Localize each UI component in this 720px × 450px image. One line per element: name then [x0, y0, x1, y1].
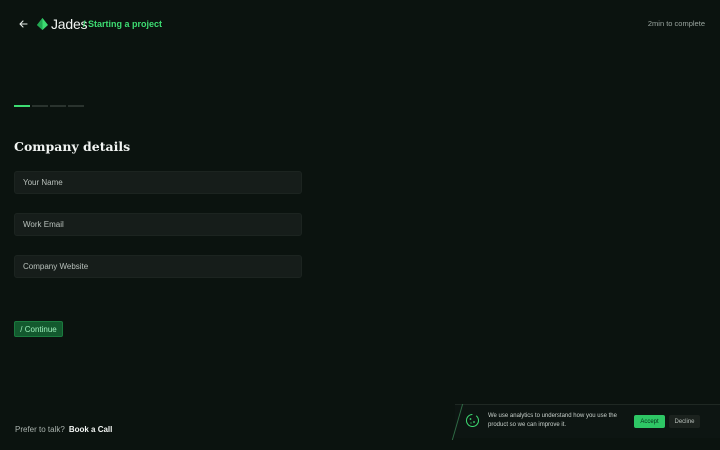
progress-step	[50, 105, 66, 107]
back-button[interactable]	[14, 15, 32, 33]
prefer-text: Prefer to talk?	[15, 425, 65, 434]
continue-button[interactable]: / Continue	[14, 321, 63, 337]
progress-indicator	[14, 105, 84, 107]
logo-text: Jades	[51, 16, 88, 32]
cookie-icon	[466, 414, 479, 427]
email-input[interactable]	[14, 213, 302, 236]
header: Jades / Starting a project 2min to compl…	[0, 0, 720, 48]
decline-button[interactable]: Decline	[669, 415, 700, 428]
talk-prompt: Prefer to talk? Book a Call	[15, 425, 112, 434]
banner-divider	[451, 404, 464, 440]
page-title: Company details	[14, 139, 131, 154]
website-input[interactable]	[14, 255, 302, 278]
progress-step	[14, 105, 30, 107]
cookie-banner: We use analytics to understand how you u…	[451, 404, 720, 440]
book-call-link[interactable]: Book a Call	[69, 425, 113, 434]
name-input[interactable]	[14, 171, 302, 194]
jades-leaf-icon	[37, 18, 48, 30]
progress-step	[32, 105, 48, 107]
arrow-left-icon	[18, 20, 28, 28]
accept-button[interactable]: Accept	[634, 415, 665, 428]
cookie-message: We use analytics to understand how you u…	[488, 413, 617, 428]
progress-step	[68, 105, 84, 107]
breadcrumb: / Starting a project	[83, 19, 163, 29]
time-estimate: 2min to complete	[647, 19, 705, 28]
logo[interactable]: Jades	[37, 16, 88, 32]
